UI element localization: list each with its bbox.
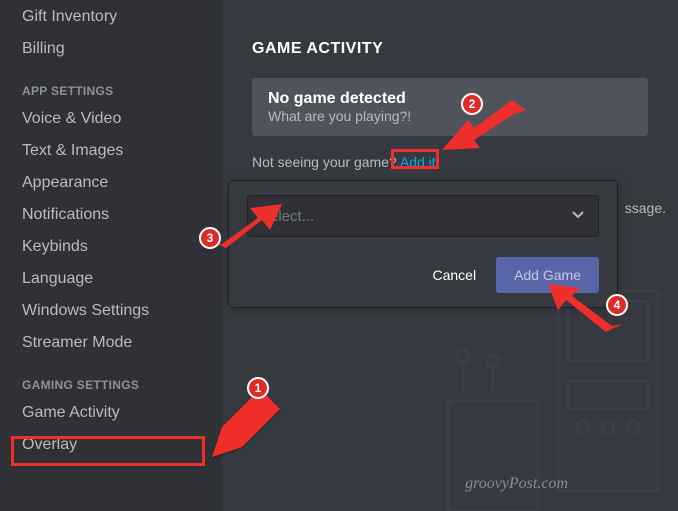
select-placeholder: Select...	[260, 208, 314, 225]
cancel-button[interactable]: Cancel	[428, 259, 480, 291]
hint-prefix: Not seeing your game?	[252, 154, 400, 170]
hint-line: Not seeing your game? Add it!	[252, 154, 648, 170]
add-it-link[interactable]: Add it!	[400, 154, 440, 170]
status-line-2: What are you playing?!	[268, 108, 632, 124]
watermark: groovyPost.com	[465, 475, 568, 493]
status-line-1: No game detected	[268, 90, 632, 108]
status-message-fragment: ssage.	[625, 200, 666, 216]
sidebar-item-appearance[interactable]: Appearance	[14, 168, 216, 198]
add-game-button[interactable]: Add Game	[496, 257, 599, 293]
sidebar-item-windows-settings[interactable]: Windows Settings	[14, 296, 216, 326]
sidebar-item-billing[interactable]: Billing	[14, 34, 216, 64]
sidebar-item-overlay[interactable]: Overlay	[14, 430, 216, 460]
sidebar-item-voice-video[interactable]: Voice & Video	[14, 104, 216, 134]
sidebar-item-language[interactable]: Language	[14, 264, 216, 294]
settings-content: GAME ACTIVITY No game detected What are …	[222, 0, 678, 511]
sidebar-item-notifications[interactable]: Notifications	[14, 200, 216, 230]
sidebar-header-gaming: GAMING SETTINGS	[14, 360, 216, 396]
chevron-down-icon	[570, 206, 586, 226]
add-game-modal: Select... Cancel Add Game	[228, 180, 618, 308]
sidebar-item-gift-inventory[interactable]: Gift Inventory	[14, 2, 216, 32]
sidebar-item-game-activity[interactable]: Game Activity	[14, 398, 216, 428]
sidebar-item-keybinds[interactable]: Keybinds	[14, 232, 216, 262]
page-title: GAME ACTIVITY	[252, 40, 648, 58]
game-select-dropdown[interactable]: Select...	[247, 195, 599, 237]
game-status-box: No game detected What are you playing?!	[252, 78, 648, 136]
modal-footer: Cancel Add Game	[247, 257, 599, 293]
sidebar-item-text-images[interactable]: Text & Images	[14, 136, 216, 166]
settings-sidebar: Gift Inventory Billing APP SETTINGS Voic…	[0, 0, 222, 511]
sidebar-header-app: APP SETTINGS	[14, 66, 216, 102]
sidebar-item-streamer-mode[interactable]: Streamer Mode	[14, 328, 216, 358]
